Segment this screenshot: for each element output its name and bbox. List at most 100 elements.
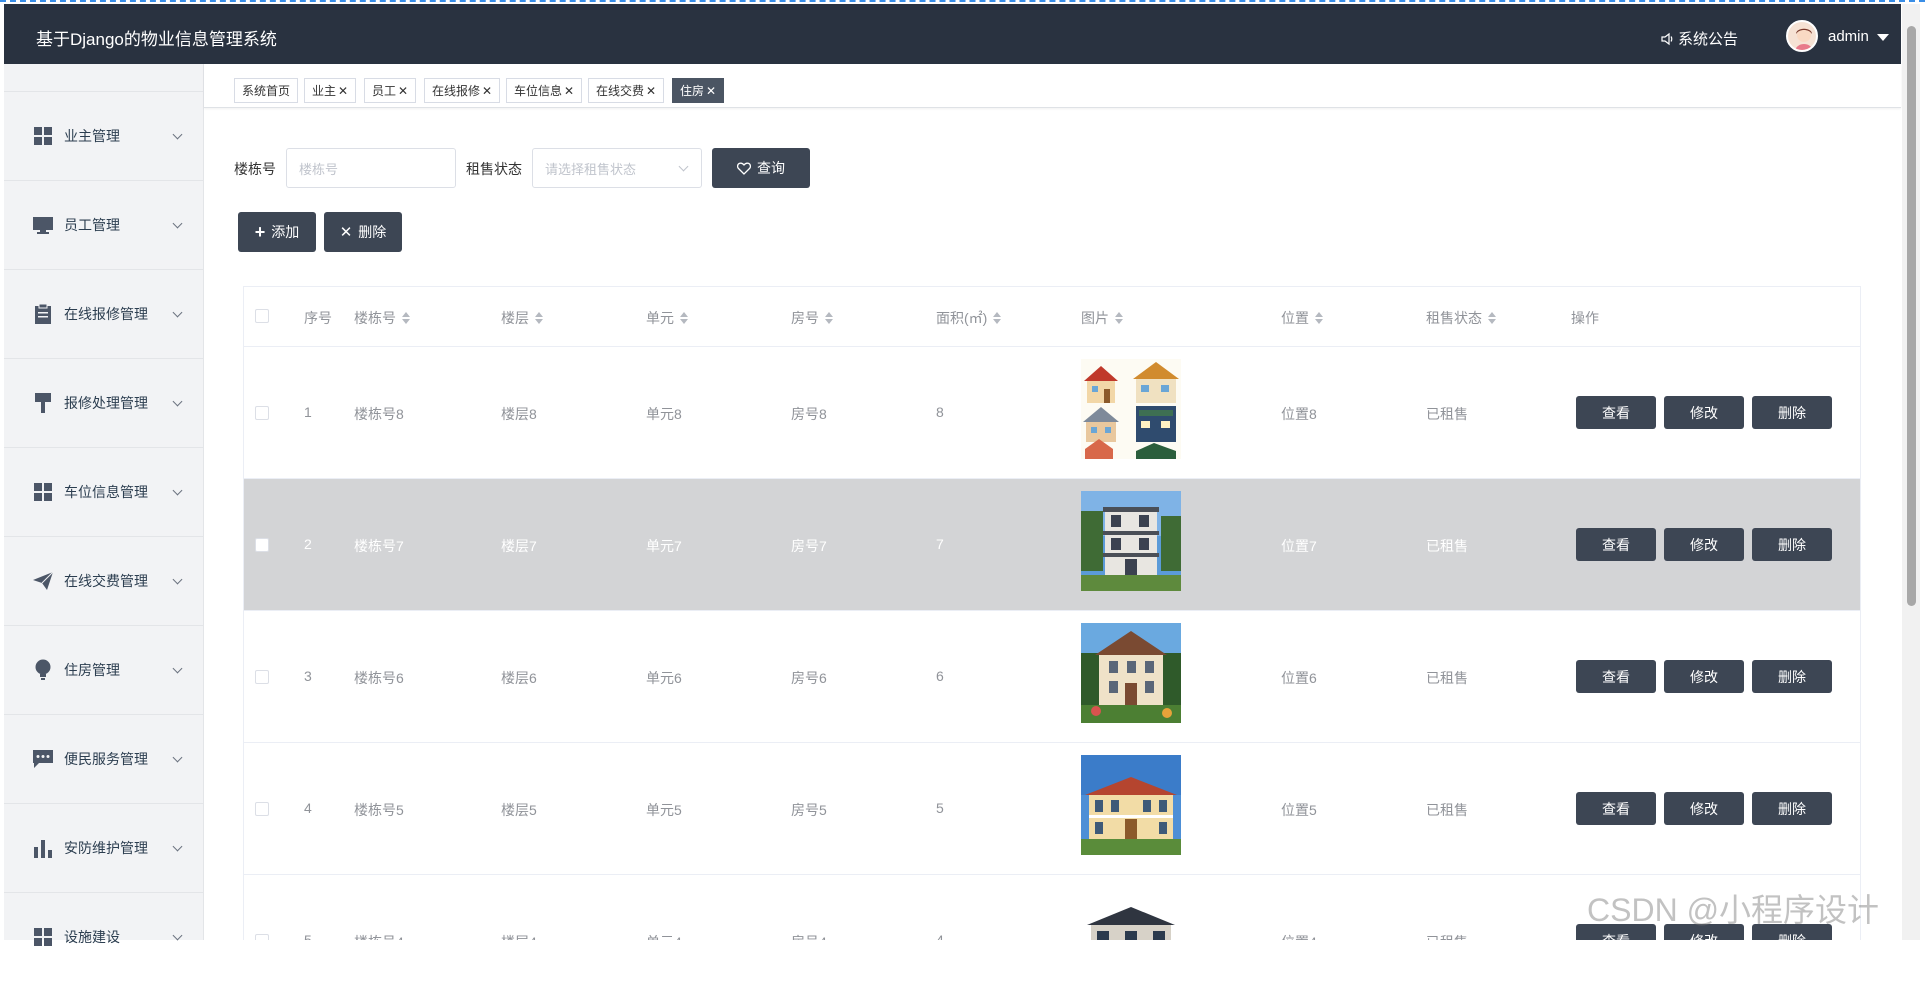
sidebar-item-facilities[interactable]: 设施建设 bbox=[4, 892, 204, 981]
house-image[interactable] bbox=[1081, 491, 1181, 591]
edit-button[interactable]: 修改 bbox=[1664, 660, 1744, 693]
bar-chart-icon bbox=[32, 837, 54, 859]
batch-delete-button[interactable]: ✕ 删除 bbox=[324, 212, 402, 252]
grid-icon bbox=[32, 481, 54, 503]
row-checkbox[interactable] bbox=[255, 406, 269, 420]
cell-floor: 楼层4 bbox=[501, 932, 537, 940]
status-select-placeholder: 请选择租售状态 bbox=[545, 161, 637, 177]
status-select[interactable]: 请选择租售状态 bbox=[532, 148, 702, 188]
user-name[interactable]: admin bbox=[1828, 28, 1869, 45]
chevron-down-icon bbox=[678, 161, 689, 172]
sort-icon[interactable] bbox=[1115, 312, 1123, 324]
view-button[interactable]: 查看 bbox=[1576, 792, 1656, 825]
page-scrollbar[interactable] bbox=[1902, 4, 1920, 940]
brush-icon bbox=[32, 392, 54, 414]
edit-button[interactable]: 修改 bbox=[1664, 792, 1744, 825]
house-image[interactable] bbox=[1081, 623, 1181, 723]
sidebar-item-label: 车位信息管理 bbox=[64, 484, 148, 500]
cell-building: 楼栋号6 bbox=[354, 670, 404, 686]
row-checkbox[interactable] bbox=[255, 802, 269, 816]
header-area[interactable]: 面积(㎡) bbox=[936, 308, 1002, 328]
view-button[interactable]: 查看 bbox=[1576, 396, 1656, 429]
search-button[interactable]: 查询 bbox=[712, 148, 810, 188]
edit-button[interactable]: 修改 bbox=[1664, 528, 1744, 561]
sidebar-item-housing[interactable]: 住房管理 bbox=[4, 625, 204, 714]
sort-icon[interactable] bbox=[993, 312, 1002, 324]
sidebar-item-convenience[interactable]: 便民服务管理 bbox=[4, 714, 204, 803]
table-row[interactable]: 1 楼栋号8 楼层8 单元8 房号8 8 位置8 已租售 查看 修改 删除 bbox=[244, 347, 1860, 479]
add-button-label: 添加 bbox=[271, 224, 300, 240]
view-button[interactable]: 查看 bbox=[1576, 528, 1656, 561]
view-button[interactable]: 查看 bbox=[1576, 660, 1656, 693]
select-all-checkbox[interactable] bbox=[255, 309, 269, 323]
tab-staff[interactable]: 员工 ✕ bbox=[364, 78, 417, 103]
tab-parking[interactable]: 车位信息 ✕ bbox=[506, 78, 583, 103]
delete-button[interactable]: 删除 bbox=[1752, 528, 1832, 561]
table-row[interactable]: 3 楼栋号6 楼层6 单元6 房号6 6 位置6 已租售 查看 修改 删除 bbox=[244, 611, 1860, 743]
tab-online-repair[interactable]: 在线报修 ✕ bbox=[424, 78, 501, 103]
chevron-down-icon bbox=[172, 574, 183, 584]
user-dropdown-icon[interactable] bbox=[1877, 34, 1889, 41]
delete-button[interactable]: 删除 bbox=[1752, 660, 1832, 693]
row-checkbox[interactable] bbox=[255, 670, 269, 684]
sort-icon[interactable] bbox=[1315, 312, 1323, 324]
header-status[interactable]: 租售状态 bbox=[1426, 308, 1496, 328]
sort-icon[interactable] bbox=[680, 312, 688, 324]
header-image[interactable]: 图片 bbox=[1081, 308, 1123, 328]
chevron-down-icon bbox=[172, 663, 183, 673]
building-input-placeholder: 楼栋号 bbox=[299, 161, 339, 177]
house-image[interactable] bbox=[1081, 887, 1181, 940]
add-button[interactable]: + 添加 bbox=[238, 212, 316, 252]
header-room[interactable]: 房号 bbox=[791, 308, 833, 328]
cell-location: 位置8 bbox=[1281, 406, 1317, 422]
heart-icon bbox=[737, 162, 751, 175]
bulb-icon bbox=[32, 659, 54, 681]
top-header: 基于Django的物业信息管理系统 系统公告 admin bbox=[4, 4, 1901, 64]
row-checkbox[interactable] bbox=[255, 934, 269, 940]
close-icon[interactable]: ✕ bbox=[646, 84, 656, 98]
cell-unit: 单元8 bbox=[646, 406, 682, 422]
cell-unit: 单元4 bbox=[646, 932, 682, 940]
sidebar-item-security[interactable]: 安防维护管理 bbox=[4, 803, 204, 892]
sidebar-item-owner[interactable]: 业主管理 bbox=[4, 91, 204, 180]
edit-button[interactable]: 修改 bbox=[1664, 396, 1744, 429]
tab-housing[interactable]: 住房 ✕ bbox=[672, 78, 725, 103]
cell-status: 已租售 bbox=[1426, 406, 1468, 422]
tab-owner[interactable]: 业主 ✕ bbox=[304, 78, 357, 103]
house-image[interactable] bbox=[1081, 359, 1181, 459]
close-icon[interactable]: ✕ bbox=[482, 84, 492, 98]
user-avatar[interactable] bbox=[1786, 20, 1818, 52]
chevron-down-icon bbox=[172, 485, 183, 495]
cell-index: 4 bbox=[304, 800, 312, 816]
header-unit[interactable]: 单元 bbox=[646, 308, 688, 328]
building-input[interactable]: 楼栋号 bbox=[286, 148, 456, 188]
close-icon[interactable]: ✕ bbox=[564, 84, 574, 98]
scrollbar-thumb[interactable] bbox=[1907, 26, 1916, 606]
sort-icon[interactable] bbox=[1488, 312, 1496, 324]
row-checkbox[interactable] bbox=[255, 538, 269, 552]
sidebar-item-parking[interactable]: 车位信息管理 bbox=[4, 447, 204, 536]
tab-payment[interactable]: 在线交费 ✕ bbox=[588, 78, 665, 103]
sort-icon[interactable] bbox=[402, 312, 410, 324]
sidebar-item-payment[interactable]: 在线交费管理 bbox=[4, 536, 204, 625]
sort-icon[interactable] bbox=[825, 312, 833, 324]
sidebar-item-repair-handle[interactable]: 报修处理管理 bbox=[4, 358, 204, 447]
chevron-down-icon bbox=[172, 841, 183, 851]
header-location[interactable]: 位置 bbox=[1281, 308, 1323, 328]
sidebar-item-staff[interactable]: 员工管理 bbox=[4, 180, 204, 269]
sort-icon[interactable] bbox=[535, 312, 543, 324]
cell-building: 楼栋号5 bbox=[354, 802, 404, 818]
house-image[interactable] bbox=[1081, 755, 1181, 855]
tab-home[interactable]: 系统首页 bbox=[234, 78, 299, 103]
delete-button[interactable]: 删除 bbox=[1752, 792, 1832, 825]
close-icon[interactable]: ✕ bbox=[706, 84, 716, 98]
table-row[interactable]: 4 楼栋号5 楼层5 单元5 房号5 5 位置5 已租售 查看 修改 删除 bbox=[244, 743, 1860, 875]
close-icon[interactable]: ✕ bbox=[338, 84, 348, 98]
system-notice-link[interactable]: 系统公告 bbox=[1660, 28, 1738, 49]
header-floor[interactable]: 楼层 bbox=[501, 308, 543, 328]
header-building[interactable]: 楼栋号 bbox=[354, 308, 410, 328]
delete-button[interactable]: 删除 bbox=[1752, 396, 1832, 429]
sidebar-item-repair[interactable]: 在线报修管理 bbox=[4, 269, 204, 358]
table-row[interactable]: 2 楼栋号7 楼层7 单元7 房号7 7 位置7 已租售 查看 修改 删除 bbox=[244, 479, 1860, 611]
close-icon[interactable]: ✕ bbox=[398, 84, 408, 98]
